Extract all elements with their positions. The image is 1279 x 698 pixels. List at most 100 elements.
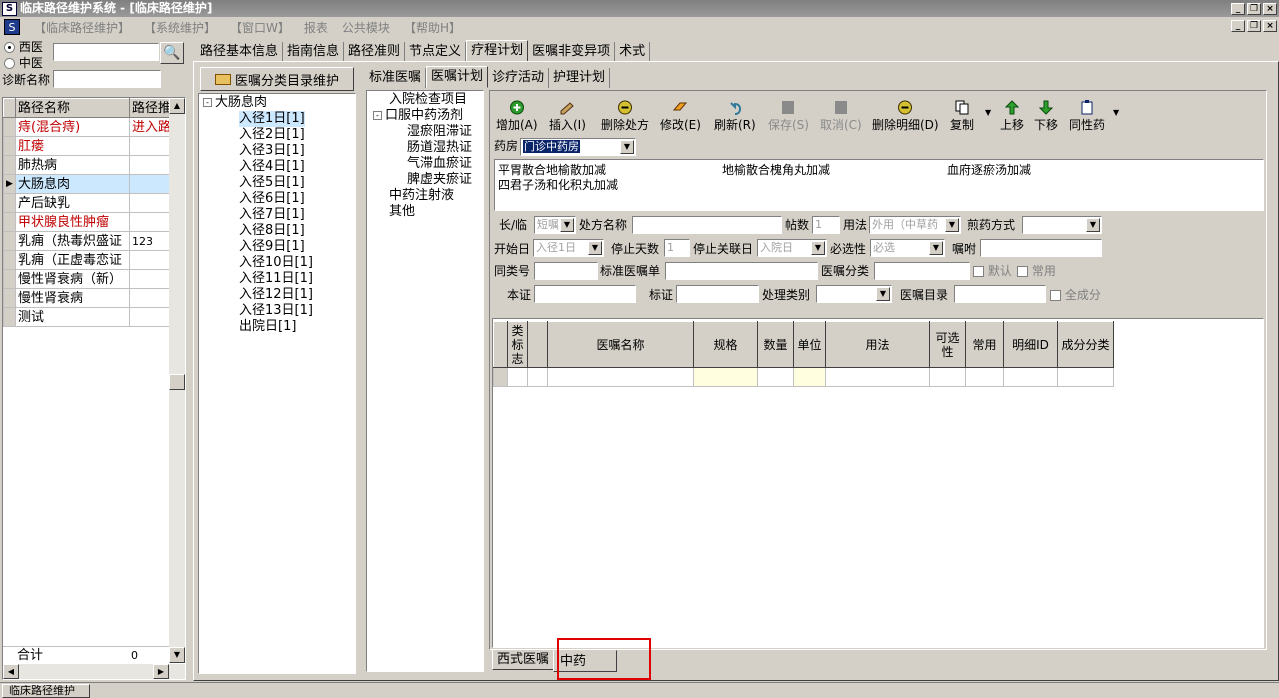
tree-node[interactable]: 入径12日[1] (239, 287, 355, 303)
path-list-hscroll[interactable]: ◀ ▶ (3, 664, 185, 679)
main-tab-2[interactable]: 路径准则 (344, 42, 406, 62)
doses-input[interactable]: 1 (812, 216, 840, 234)
col-path-status[interactable]: 路径推 (129, 98, 170, 118)
scroll-down-button[interactable]: ▼ (169, 647, 185, 663)
main-tab-5[interactable]: 医嘱非变异项 (528, 42, 616, 62)
path-name-cell[interactable]: 测试 (15, 307, 130, 327)
syndrome-input[interactable] (534, 285, 636, 303)
toolbar-button-11[interactable]: 同性药 (1069, 100, 1105, 133)
toolbar-button-6[interactable]: 取消(C) (820, 100, 862, 133)
order-dir-input[interactable] (954, 285, 1046, 303)
col-sort-flag[interactable]: 类标志 (507, 321, 528, 368)
sub-tab-3[interactable]: 护理计划 (549, 68, 611, 88)
same-no-input[interactable] (534, 262, 598, 280)
table-row[interactable] (493, 367, 1114, 387)
path-status-cell[interactable]: 进入路 (129, 117, 170, 137)
instruction-input[interactable] (980, 239, 1102, 257)
std-order-input[interactable] (665, 262, 818, 280)
tree-node[interactable]: 入径11日[1] (239, 271, 355, 287)
mdi-restore-button[interactable]: ❐ (1247, 20, 1261, 32)
path-status-cell[interactable] (129, 307, 170, 327)
table-row[interactable]: 甲状腺良性肿瘤 (3, 212, 170, 232)
toolbar-button-8[interactable]: 复制 (950, 100, 974, 133)
scroll-thumb[interactable] (169, 374, 185, 390)
tree-item-syndrome[interactable]: 脾虚夹瘀证 (407, 172, 483, 188)
tree-node[interactable]: 入径8日[1] (239, 223, 355, 239)
table-row[interactable]: 测试 (3, 307, 170, 327)
decoct-select[interactable]: ▼ (1022, 216, 1102, 234)
radio-chinese[interactable]: 中医 (4, 56, 43, 70)
tree-node[interactable]: 入径7日[1] (239, 207, 355, 223)
col-blank[interactable] (527, 321, 548, 368)
usage-select[interactable]: 外用（中草药 ▼ (869, 216, 961, 234)
default-checkbox[interactable]: 默认 (973, 262, 1012, 280)
category-tree[interactable]: 入院检查项目 - 口服中药汤剂 湿瘀阻滞证 肠道湿热证 气滞血瘀证 脾虚夹瘀证 中药注射… (366, 90, 484, 672)
radio-western[interactable]: 西医 (4, 40, 43, 54)
sub-tab-1[interactable]: 医嘱计划 (426, 66, 489, 88)
tree-node[interactable]: 入径4日[1] (239, 159, 355, 175)
recipe-item[interactable]: 四君子汤和化积丸加减 (498, 176, 618, 193)
toolbar-button-2[interactable]: 删除处方 (601, 100, 649, 133)
toolbar-button-0[interactable]: 增加(A) (496, 100, 538, 133)
path-name-cell[interactable]: 乳痈（正虚毒恋证 (15, 250, 130, 270)
main-tab-3[interactable]: 节点定义 (405, 42, 467, 62)
stop-link-select[interactable]: 入院日 ▼ (757, 239, 827, 257)
tree-node[interactable]: 入径2日[1] (239, 127, 355, 143)
col-usage[interactable]: 用法 (825, 321, 930, 368)
tree-item-injection[interactable]: 中药注射液 (373, 188, 483, 204)
path-status-cell[interactable] (129, 174, 170, 194)
path-status-cell[interactable] (129, 193, 170, 213)
table-row[interactable]: ▶ 大肠息肉 (3, 174, 170, 194)
tree-item-other[interactable]: 其他 (373, 204, 483, 220)
search-button[interactable]: 🔍 (160, 42, 184, 64)
path-status-cell[interactable] (129, 288, 170, 308)
mdi-app-icon[interactable]: S (4, 19, 20, 35)
menu-help[interactable]: 【帮助H】 (404, 19, 461, 36)
main-tab-4[interactable]: 疗程计划 (466, 40, 529, 62)
path-name-cell[interactable]: 乳痈（热毒炽盛证 (15, 231, 130, 251)
stop-days-input[interactable]: 1 (664, 239, 690, 257)
tree-node[interactable]: 入径3日[1] (239, 143, 355, 159)
copy-dropdown-arrow[interactable]: ▼ (985, 108, 991, 117)
tree-node[interactable]: 入径1日[1] (239, 111, 305, 127)
mdi-minimize-button[interactable]: _ (1231, 20, 1245, 32)
path-name-cell[interactable]: 痔(混合痔) (15, 117, 130, 137)
tree-root[interactable]: - 大肠息肉 (203, 95, 355, 111)
required-select[interactable]: 必选 ▼ (870, 239, 945, 257)
tree-item-syndrome[interactable]: 湿瘀阻滞证 (407, 124, 483, 140)
minimize-button[interactable]: _ (1231, 2, 1245, 15)
tree-node[interactable]: 出院日[1] (239, 319, 355, 335)
tree-item-syndrome[interactable]: 气滞血瘀证 (407, 156, 483, 172)
col-component-category[interactable]: 成分分类 (1057, 321, 1114, 368)
path-name-cell[interactable]: 甲状腺良性肿瘤 (15, 212, 130, 232)
table-row[interactable]: 痔(混合痔) 进入路 (3, 117, 170, 137)
menu-system[interactable]: 【系统维护】 (144, 19, 216, 36)
search-input[interactable] (53, 43, 159, 61)
col-unit[interactable]: 单位 (793, 321, 826, 368)
sub-tab-0[interactable]: 标准医嘱 (365, 68, 427, 88)
path-name-cell[interactable]: 慢性肾衰病 (15, 288, 130, 308)
tree-node[interactable]: 入径5日[1] (239, 175, 355, 191)
col-common[interactable]: 常用 (965, 321, 1004, 368)
path-status-cell[interactable] (129, 212, 170, 232)
col-detail-id[interactable]: 明细ID (1003, 321, 1058, 368)
tab-western-order[interactable]: 西式医嘱 (492, 650, 554, 670)
table-row[interactable]: 产后缺乳 (3, 193, 170, 213)
start-select[interactable]: 入径1日 ▼ (533, 239, 604, 257)
path-name-cell[interactable]: 产后缺乳 (15, 193, 130, 213)
tree-node[interactable]: 入径6日[1] (239, 191, 355, 207)
restore-button[interactable]: ❐ (1247, 2, 1261, 15)
col-quantity[interactable]: 数量 (757, 321, 794, 368)
toolbar-button-7[interactable]: 删除明细(D) (872, 100, 939, 133)
process-select[interactable]: ▼ (816, 285, 892, 303)
catalog-maintain-button[interactable]: 医嘱分类目录维护 (200, 67, 354, 91)
main-tab-1[interactable]: 指南信息 (283, 42, 345, 62)
tree-item-syndrome[interactable]: 肠道湿热证 (407, 140, 483, 156)
recipe-item[interactable]: 地榆散合槐角丸加减 (722, 161, 830, 178)
menu-clinical-path[interactable]: 【临床路径维护】 (34, 19, 130, 36)
table-row[interactable]: 肛瘘 (3, 136, 170, 156)
tree-item-oral-decoction[interactable]: - 口服中药汤剂 (373, 108, 483, 124)
scroll-up-button[interactable]: ▲ (169, 98, 185, 114)
menu-common[interactable]: 公共模块 (342, 19, 390, 36)
same-drug-dropdown-arrow[interactable]: ▼ (1113, 108, 1119, 117)
